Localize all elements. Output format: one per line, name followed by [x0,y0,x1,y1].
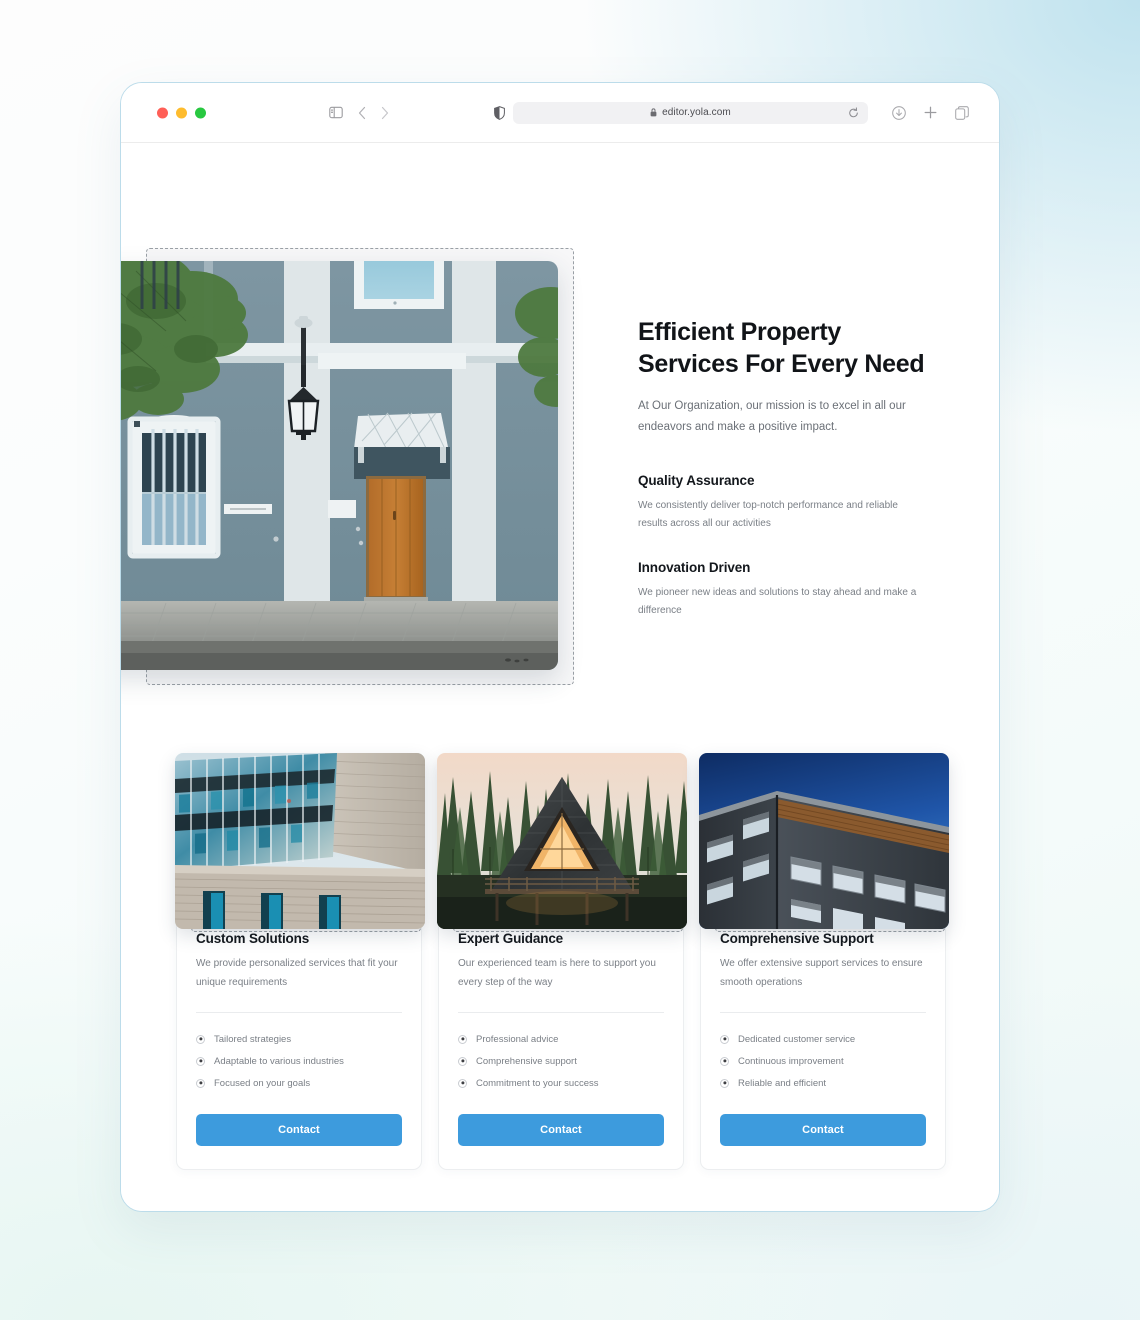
list-item: Focused on your goals [196,1072,402,1094]
list-item-label: Comprehensive support [476,1055,577,1067]
maximize-window-button[interactable] [195,107,206,118]
list-item: Tailored strategies [196,1028,402,1050]
list-item: Dedicated customer service [720,1028,926,1050]
list-item: Professional advice [458,1028,664,1050]
hero-subtitle: At Our Organization, our mission is to e… [638,400,906,434]
close-window-button[interactable] [157,107,168,118]
card-expert-guidance: Expert Guidance Our experienced team is … [437,753,687,1170]
card-description: We offer extensive support services to e… [720,958,923,988]
bullet-dot-icon [458,1034,467,1044]
window-traffic-lights [157,107,206,118]
card-body: Comprehensive Support We offer extensive… [701,931,945,1146]
list-item-label: Continuous improvement [738,1055,844,1067]
card-title: Comprehensive Support [720,931,874,946]
sidebar-icon[interactable] [329,106,343,119]
toolbar-left-icons [329,106,389,119]
lock-icon [650,108,657,117]
tab-overview-icon[interactable] [955,105,969,120]
card-description: We provide personalized services that fi… [196,958,398,988]
bullet-dot-icon [720,1056,729,1066]
website-preview-canvas: Efficient Property Services For Every Ne… [121,143,999,1211]
toolbar-right-icons [892,105,969,120]
feature-title: Quality Assurance [638,472,755,488]
reload-icon[interactable] [848,106,859,118]
card-feature-list: Professional advice Comprehensive suppor… [458,1028,664,1094]
address-bar[interactable]: editor.yola.com [513,101,868,124]
forward-icon[interactable] [381,106,389,119]
new-tab-icon[interactable] [924,106,937,119]
list-item-label: Tailored strategies [214,1033,292,1045]
bullet-dot-icon [196,1078,205,1088]
card-title: Expert Guidance [458,931,564,946]
bullet-dot-icon [196,1034,205,1044]
cards-row: Custom Solutions We provide personalized… [175,753,949,1170]
card-comprehensive-support: Comprehensive Support We offer extensive… [699,753,949,1170]
bullet-dot-icon [458,1056,467,1066]
hero-title: Efficient Property Services For Every Ne… [638,318,925,378]
list-item: Continuous improvement [720,1050,926,1072]
list-item-label: Adaptable to various industries [214,1055,344,1067]
card-image-illustration-dark-apartment-block [699,753,949,929]
list-item: Comprehensive support [458,1050,664,1072]
list-item: Adaptable to various industries [196,1050,402,1072]
card-title: Custom Solutions [196,931,310,946]
card-image[interactable] [437,753,687,929]
list-item: Commitment to your success [458,1072,664,1094]
minimize-window-button[interactable] [176,107,187,118]
list-item-label: Dedicated customer service [738,1033,856,1045]
card-image-illustration-a-frame-cabin [437,753,687,929]
bullet-dot-icon [720,1078,729,1088]
downloads-icon[interactable] [892,105,906,120]
list-item-label: Commitment to your success [476,1077,599,1089]
list-item: Reliable and efficient [720,1072,926,1094]
card-image[interactable] [175,753,425,929]
bullet-dot-icon [720,1034,729,1044]
card-divider [458,1012,664,1013]
contact-button[interactable]: Contact [196,1114,402,1146]
card-description: Our experienced team is here to support … [458,958,656,988]
contact-button[interactable]: Contact [720,1114,926,1146]
bullet-dot-icon [458,1078,467,1088]
card-divider [720,1012,926,1013]
hero-text-block: Efficient Property Services For Every Ne… [638,317,938,621]
card-custom-solutions: Custom Solutions We provide personalized… [175,753,425,1170]
card-image[interactable] [699,753,949,929]
feature-description: We consistently deliver top-notch perfor… [638,499,898,530]
list-item-label: Reliable and efficient [738,1077,827,1089]
hero-image-illustration [121,261,558,670]
hero-image[interactable] [121,261,558,670]
card-divider [196,1012,402,1013]
bullet-dot-icon [196,1056,205,1066]
back-icon[interactable] [358,106,366,119]
feature-quality-assurance: Quality Assurance We consistently delive… [638,473,938,534]
card-body: Expert Guidance Our experienced team is … [439,931,683,1146]
browser-toolbar: editor.yola.com [121,83,999,143]
feature-innovation-driven: Innovation Driven We pioneer new ideas a… [638,560,938,621]
browser-window: editor.yola.com Efficient Property Servi… [120,82,1000,1212]
contact-button[interactable]: Contact [458,1114,664,1146]
list-item-label: Focused on your goals [214,1077,311,1089]
card-body: Custom Solutions We provide personalized… [177,931,421,1146]
card-feature-list: Dedicated customer service Continuous im… [720,1028,926,1094]
list-item-label: Professional advice [476,1033,559,1045]
feature-description: We pioneer new ideas and solutions to st… [638,586,917,617]
feature-title: Innovation Driven [638,559,751,575]
address-url-text: editor.yola.com [662,107,731,118]
shield-icon[interactable] [494,105,505,120]
card-image-illustration-glass-building [175,753,425,929]
card-feature-list: Tailored strategies Adaptable to various… [196,1028,402,1094]
